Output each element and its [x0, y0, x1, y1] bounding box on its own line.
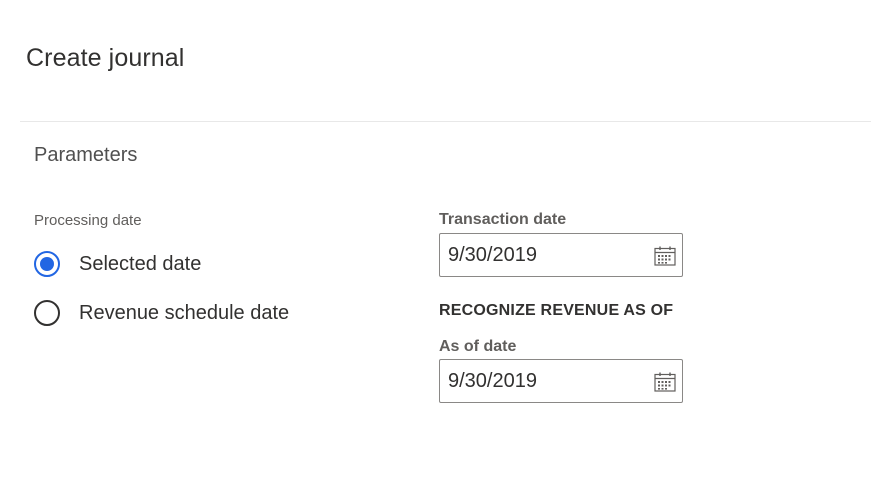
radio-button-unselected[interactable] [34, 300, 60, 326]
page-title: Create journal [26, 44, 185, 72]
title-divider [20, 121, 871, 122]
transaction-date-label: Transaction date [439, 211, 567, 228]
radio-label-revenue-schedule-date: Revenue schedule date [79, 301, 290, 324]
radio-selected-date[interactable]: Selected date [34, 249, 201, 279]
recognize-revenue-heading: RECOGNIZE REVENUE AS OF [439, 302, 674, 319]
radio-revenue-schedule-date[interactable]: Revenue schedule date [34, 298, 289, 328]
processing-date-label: Processing date [34, 212, 142, 229]
radio-label-selected-date: Selected date [79, 252, 202, 275]
transaction-date-field[interactable] [439, 233, 683, 277]
as-of-date-input[interactable] [440, 360, 638, 402]
calendar-icon[interactable] [654, 245, 676, 267]
transaction-date-input[interactable] [440, 234, 638, 276]
as-of-date-field[interactable] [439, 359, 683, 403]
calendar-icon[interactable] [654, 371, 676, 393]
radio-button-selected[interactable] [34, 251, 60, 277]
as-of-date-label: As of date [439, 338, 517, 355]
section-title-parameters: Parameters [34, 144, 138, 166]
